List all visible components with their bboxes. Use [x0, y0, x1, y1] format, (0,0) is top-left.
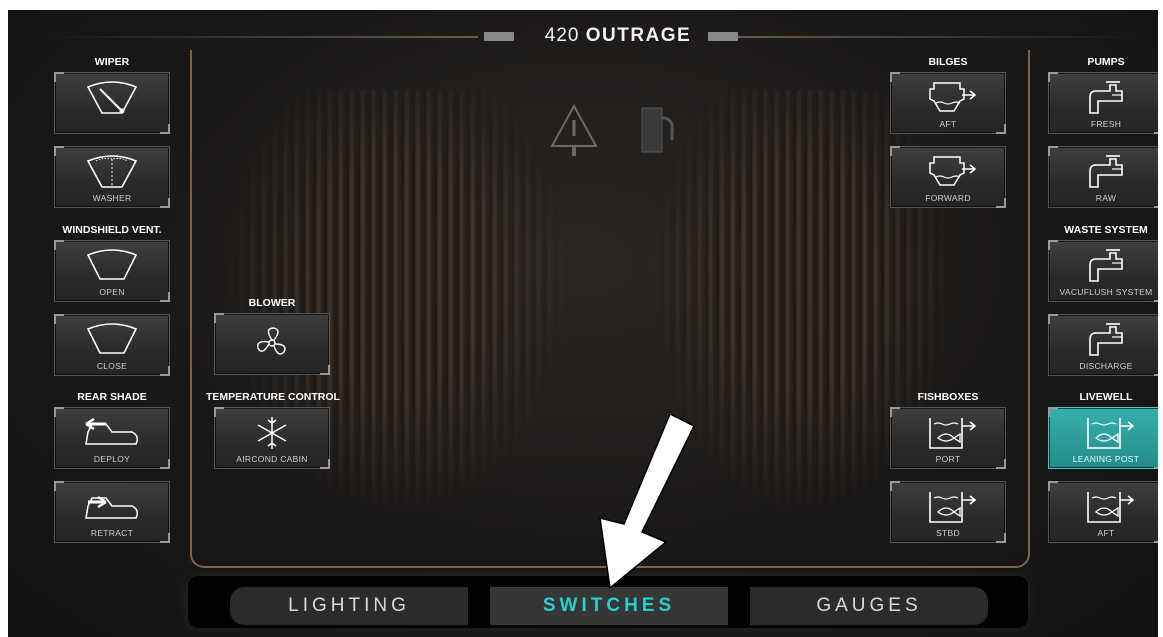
bilge-aft-button[interactable]: AFT [890, 72, 1006, 134]
discharge-label: DISCHARGE [1079, 361, 1133, 371]
rear-shade-deploy-label: DEPLOY [93, 454, 131, 464]
livewell-leaning-post-button[interactable]: LEANING POST [1048, 407, 1158, 469]
vacuflush-system-button[interactable]: VACUFLUSH SYSTEM [1048, 240, 1158, 302]
windshield-vent-close-label: CLOSE [96, 361, 128, 371]
fish-tank-icon [1049, 488, 1158, 526]
temperature-control-group-label: TEMPERATURE CONTROL [206, 391, 340, 403]
aircond-cabin-button[interactable]: AIRCOND CABIN [214, 407, 330, 469]
fish-tank-icon [891, 488, 1005, 526]
windshield-open-icon [55, 247, 169, 285]
livewell-leaning-post-label: LEANING POST [1072, 454, 1140, 464]
livewell-aft-label: AFT [1097, 528, 1115, 538]
rear-shade-retract-label: RETRACT [90, 528, 134, 538]
pointer-arrow-icon [599, 414, 696, 590]
fan-icon [215, 324, 329, 362]
rear-shade-group-label: REAR SHADE [77, 391, 147, 403]
fish-tank-icon [1049, 414, 1158, 452]
pump-raw-button[interactable]: RAW [1048, 146, 1158, 208]
faucet-icon [1049, 79, 1158, 117]
windshield-vent-open-button[interactable]: OPEN [54, 240, 170, 302]
tab-switches[interactable]: SWITCHES [490, 587, 728, 625]
faucet-icon [1049, 321, 1158, 359]
bilge-forward-button[interactable]: FORWARD [890, 146, 1006, 208]
page-title: 420 OUTRAGE [518, 25, 718, 47]
vacuflush-system-label: VACUFLUSH SYSTEM [1059, 287, 1153, 297]
rear-shade-deploy-button[interactable]: DEPLOY [54, 407, 170, 469]
fishbox-port-label: PORT [935, 454, 961, 464]
wiper-icon [55, 79, 169, 117]
pumps-group-label: PUMPS [1087, 56, 1125, 68]
pump-fresh-label: FRESH [1090, 119, 1122, 129]
faucet-icon [1049, 247, 1158, 285]
windshield-vent-open-label: OPEN [99, 287, 125, 297]
tab-gauges[interactable]: GAUGES [750, 587, 988, 625]
title-number: 420 [544, 25, 580, 46]
washer-button[interactable]: WASHER [54, 146, 170, 208]
pump-raw-label: RAW [1095, 193, 1117, 203]
switches-screen: 420 OUTRAGE WIPER WASHER WINDSHIELD VENT… [8, 10, 1158, 637]
boat-retract-icon [55, 488, 169, 526]
title-rule-left [48, 36, 478, 38]
faucet-icon [1049, 153, 1158, 191]
washer-icon [55, 153, 169, 191]
bilge-forward-label: FORWARD [925, 193, 971, 203]
fuel-pump-icon [641, 107, 674, 153]
fish-tank-icon [891, 414, 1005, 452]
bilge-pump-icon [891, 153, 1005, 191]
title-name: OUTRAGE [585, 25, 692, 46]
blower-group-label: BLOWER [248, 297, 296, 309]
aircond-cabin-label: AIRCOND CABIN [236, 454, 308, 464]
title-cap-left [484, 32, 514, 41]
title-rule-right [728, 36, 1138, 38]
pump-fresh-button[interactable]: FRESH [1048, 72, 1158, 134]
warning-triangle-icon [550, 103, 598, 156]
rear-shade-retract-button[interactable]: RETRACT [54, 481, 170, 543]
livewell-aft-button[interactable]: AFT [1048, 481, 1158, 543]
fishbox-stbd-button[interactable]: STBD [890, 481, 1006, 543]
bilge-pump-icon [891, 79, 1005, 117]
fishboxes-group-label: FISHBOXES [917, 391, 979, 403]
bilge-aft-label: AFT [939, 119, 957, 129]
waste-system-group-label: WASTE SYSTEM [1064, 224, 1148, 236]
wiper-group-label: WIPER [94, 56, 130, 68]
tab-lighting[interactable]: LIGHTING [230, 587, 468, 625]
windshield-vent-group-label: WINDSHIELD VENT. [62, 224, 162, 236]
fishbox-stbd-label: STBD [936, 528, 960, 538]
snowflake-icon [215, 414, 329, 452]
discharge-button[interactable]: DISCHARGE [1048, 314, 1158, 376]
bilges-group-label: BILGES [928, 56, 968, 68]
boat-deploy-icon [55, 414, 169, 452]
fishbox-port-button[interactable]: PORT [890, 407, 1006, 469]
blower-button[interactable] [214, 313, 330, 375]
windshield-close-icon [55, 321, 169, 359]
livewell-group-label: LIVEWELL [1079, 391, 1133, 403]
windshield-vent-close-button[interactable]: CLOSE [54, 314, 170, 376]
washer-button-label: WASHER [92, 193, 132, 203]
wiper-button[interactable] [54, 72, 170, 134]
